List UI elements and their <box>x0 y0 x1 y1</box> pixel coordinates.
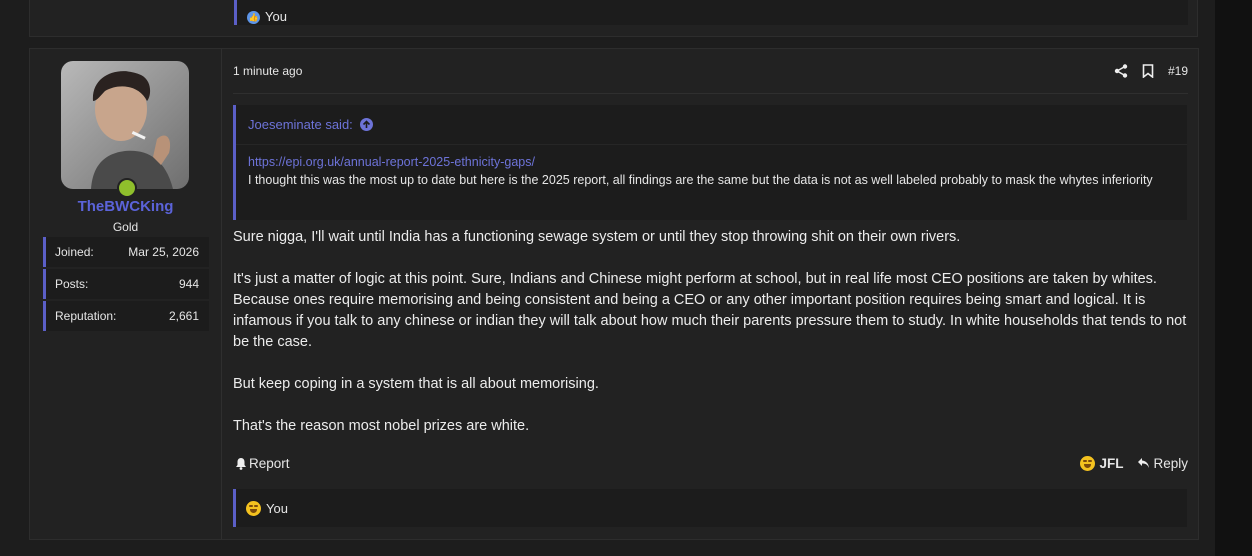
report-label: Report <box>249 455 290 471</box>
message-paragraph: But keep coping in a system that is all … <box>233 376 599 392</box>
reply-button[interactable]: Reply <box>1137 456 1188 471</box>
stat-reputation: Reputation: 2,661 <box>43 301 209 331</box>
laughing-emoji-icon <box>246 500 261 516</box>
previous-post: 👍 You <box>29 0 1198 37</box>
bell-icon <box>236 457 246 470</box>
user-cell: TheBWCKing Gold Joined: Mar 25, 2026 Pos… <box>30 49 222 539</box>
message-paragraph: Sure nigga, I'll wait until India has a … <box>233 229 961 245</box>
stat-label: Joined: <box>55 245 94 259</box>
reply-label: Reply <box>1153 455 1188 471</box>
quote-block: Joeseminate said: https://epi.org.uk/ann… <box>233 105 1187 220</box>
share-icon[interactable] <box>1114 64 1128 78</box>
reactions-summary: You <box>266 500 288 516</box>
quote-header[interactable]: Joeseminate said: <box>236 105 1187 145</box>
message-body: Sure nigga, I'll wait until India has a … <box>233 227 1193 458</box>
report-button[interactable]: Report <box>235 456 290 471</box>
post: TheBWCKing Gold Joined: Mar 25, 2026 Pos… <box>29 48 1199 540</box>
quote-text: I thought this was the most up to date b… <box>248 173 1153 187</box>
laughing-emoji-icon <box>1080 455 1096 471</box>
stat-posts: Posts: 944 <box>43 269 209 299</box>
reaction-button[interactable]: JFL <box>1080 455 1124 471</box>
stat-value: 944 <box>178 277 199 291</box>
username[interactable]: TheBWCKing <box>30 198 221 215</box>
post-time[interactable]: 1 minute ago <box>233 64 302 78</box>
previous-reaction-label: You <box>265 9 287 24</box>
quote-body: https://epi.org.uk/annual-report-2025-et… <box>236 145 1187 189</box>
reply-icon <box>1138 458 1150 468</box>
stat-value: 2,661 <box>168 309 199 323</box>
online-indicator <box>117 178 137 198</box>
arrow-up-circle-icon[interactable] <box>359 118 373 131</box>
post-footer: Report JFL Reply <box>233 449 1188 477</box>
stat-label: Reputation: <box>55 309 117 323</box>
bookmark-icon[interactable] <box>1142 64 1154 78</box>
quote-link[interactable]: https://epi.org.uk/annual-report-2025-et… <box>248 153 1175 171</box>
reaction-label: JFL <box>1099 455 1124 471</box>
user-stats: Joined: Mar 25, 2026 Posts: 944 Reputati… <box>43 237 209 333</box>
avatar[interactable] <box>61 61 189 189</box>
post-header: 1 minute ago #19 <box>233 49 1188 94</box>
message-paragraph: That's the reason most nobel prizes are … <box>233 418 530 434</box>
quote-author[interactable]: Joeseminate said: <box>248 117 353 132</box>
stat-value: Mar 25, 2026 <box>128 245 199 259</box>
post-main: 1 minute ago #19 Joeseminate said: https… <box>221 49 1198 539</box>
message-paragraph: It's just a matter of logic at this poin… <box>233 271 1187 350</box>
like-icon: 👍 <box>247 11 260 24</box>
previous-reactions-bar[interactable]: 👍 You <box>234 0 1188 25</box>
user-title: Gold <box>112 220 139 234</box>
footer-actions: JFL Reply <box>1080 455 1188 471</box>
post-actions: #19 <box>1114 64 1188 78</box>
reactions-bar[interactable]: You <box>233 489 1187 527</box>
post-number[interactable]: #19 <box>1168 64 1188 78</box>
scroll-gutter <box>1215 0 1252 556</box>
stat-label: Posts: <box>55 277 89 291</box>
stat-joined: Joined: Mar 25, 2026 <box>43 237 209 267</box>
